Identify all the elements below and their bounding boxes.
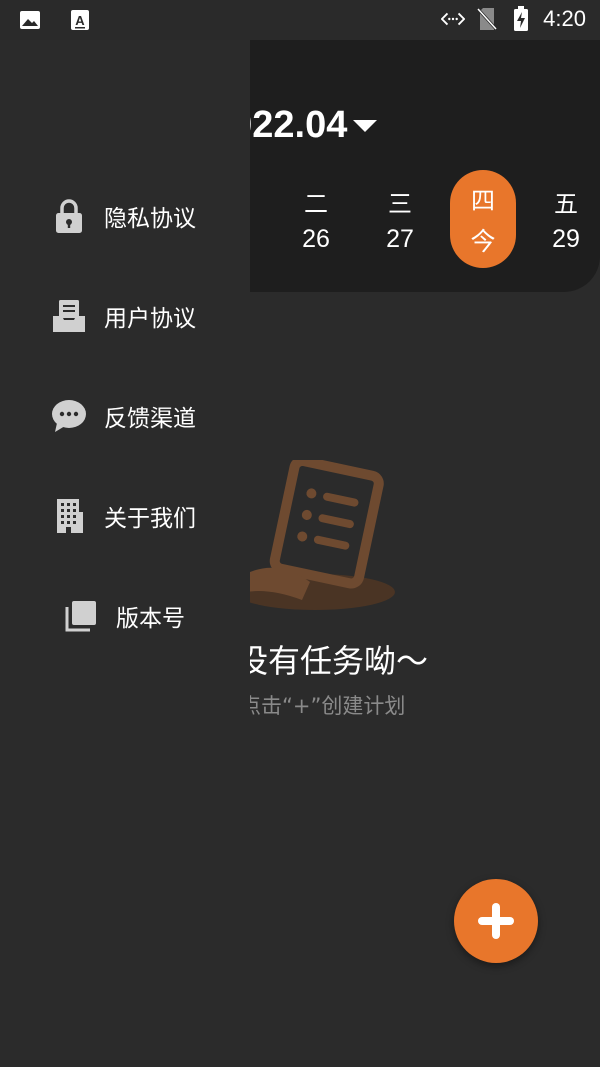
drawer-item-privacy[interactable]: 隐私协议 xyxy=(50,191,196,241)
drawer-item-user-agreement[interactable]: 用户协议 xyxy=(50,291,196,341)
day-number: 26 xyxy=(302,225,330,253)
day-cell[interactable]: 五 29 xyxy=(533,170,599,268)
drawer-item-label: 关于我们 xyxy=(104,506,196,532)
day-number: 今 xyxy=(470,227,496,256)
copy-pages-icon xyxy=(62,597,100,635)
empty-task-illustration-icon xyxy=(235,455,400,620)
a-box-icon: A xyxy=(68,8,92,32)
plus-icon xyxy=(478,903,514,939)
day-weekday: 四 xyxy=(471,186,495,215)
drawer-item-label: 隐私协议 xyxy=(104,206,196,232)
caret-down-icon xyxy=(353,119,378,132)
building-icon xyxy=(50,497,88,535)
day-number: 27 xyxy=(386,225,414,253)
inbox-document-icon xyxy=(50,297,88,335)
empty-state-subtitle: 点击“+”创建计划 xyxy=(240,694,406,718)
add-task-button[interactable] xyxy=(454,879,538,963)
day-weekday: 三 xyxy=(388,190,412,218)
day-cell[interactable]: 二 26 xyxy=(283,170,349,268)
day-number: 29 xyxy=(552,225,580,253)
image-icon xyxy=(18,8,42,32)
day-cell[interactable]: 三 27 xyxy=(367,170,433,268)
battery-charging-icon xyxy=(509,6,533,31)
chat-bubble-icon xyxy=(50,397,88,435)
lock-icon xyxy=(50,197,88,235)
drawer-item-version[interactable]: 版本号 xyxy=(62,591,185,641)
day-cell-today[interactable]: 四 今 xyxy=(450,170,516,268)
day-weekday: 二 xyxy=(304,190,328,218)
day-weekday: 五 xyxy=(554,190,578,218)
no-sim-icon xyxy=(475,7,499,31)
empty-state-title: 没有任务呦～ xyxy=(236,642,429,680)
svg-text:A: A xyxy=(75,13,85,28)
drawer-item-feedback[interactable]: 反馈渠道 xyxy=(50,391,196,441)
code-arrows-icon xyxy=(441,7,466,31)
drawer-item-label: 用户协议 xyxy=(104,306,196,332)
drawer-item-label: 反馈渠道 xyxy=(104,406,196,432)
drawer-item-label: 版本号 xyxy=(116,606,185,632)
status-time: 4:20 xyxy=(543,6,586,31)
drawer-item-about-us[interactable]: 关于我们 xyxy=(50,491,196,541)
status-bar: A 4:20 xyxy=(0,0,600,40)
navigation-drawer: 隐私协议 用户协议 反馈渠道 关于我们 版本号 xyxy=(0,40,250,1067)
